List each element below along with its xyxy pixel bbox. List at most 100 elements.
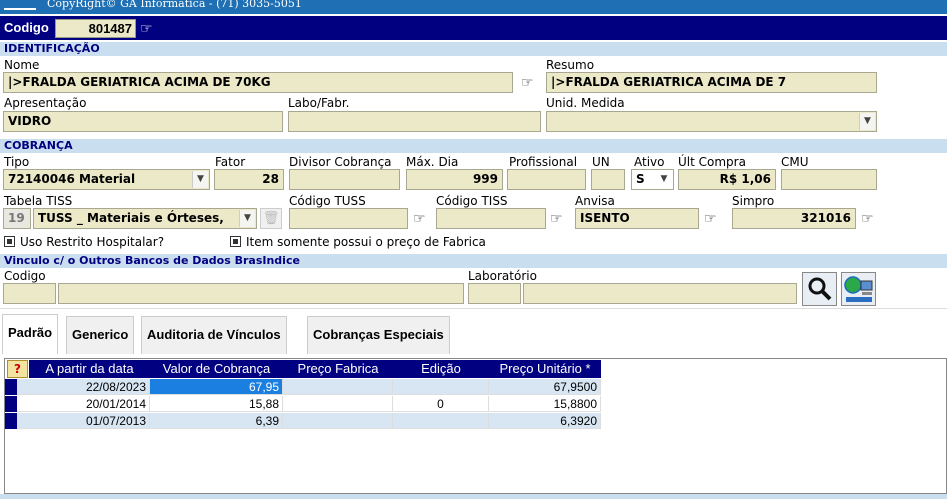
unid-medida-select[interactable]: ▼: [546, 111, 877, 132]
tab-auditoria-vinculos[interactable]: Auditoria de Vínculos: [141, 316, 287, 354]
labo-label: Labo/Fabr.: [288, 96, 350, 110]
col-header-preco-unitario[interactable]: Preço Unitário *: [489, 360, 601, 378]
tab-cobrancas-especiais[interactable]: Cobranças Especiais: [307, 316, 450, 354]
row-selector[interactable]: [5, 413, 17, 429]
pointing-hand-icon[interactable]: ☞: [550, 212, 566, 226]
profissional-label: Profissional: [509, 155, 578, 169]
col-header-edicao[interactable]: Edição: [393, 360, 489, 378]
un-field[interactable]: [591, 169, 625, 190]
apresentacao-field[interactable]: VIDRO: [3, 111, 283, 132]
pointing-hand-icon[interactable]: ☞: [413, 212, 429, 226]
tabela-tiss-value: TUSS _ Materiais e Órteses,: [38, 211, 224, 225]
tabela-tiss-label: Tabela TISS: [4, 194, 73, 208]
laboratorio-label: Laboratório: [468, 269, 537, 283]
row-selector[interactable]: [5, 396, 17, 412]
pointing-hand-icon[interactable]: ☞: [140, 22, 156, 36]
laboratorio-descricao-field[interactable]: [523, 283, 797, 304]
cmu-label: CMU: [781, 155, 809, 169]
tipo-label: Tipo: [4, 155, 30, 169]
table-cell[interactable]: 20/01/2014: [17, 396, 150, 412]
laboratorio-codigo-field[interactable]: [468, 283, 521, 304]
trash-icon[interactable]: 🗑: [260, 208, 282, 229]
table-cell[interactable]: 6,3920: [489, 413, 601, 429]
nome-field[interactable]: |>FRALDA GERIATRICA ACIMA DE 70KG: [3, 72, 513, 93]
dropdown-arrow-icon[interactable]: ▼: [859, 113, 875, 130]
nome-label: Nome: [4, 58, 40, 72]
simpro-field[interactable]: 321016: [732, 208, 856, 229]
uso-restrito-checkbox[interactable]: [4, 236, 15, 247]
unid-medida-label: Unid. Medida: [546, 96, 625, 110]
search-magnifier-icon[interactable]: [802, 272, 837, 306]
row-selector[interactable]: [5, 379, 17, 395]
codigo-field[interactable]: 801487: [55, 19, 136, 38]
divisor-label: Divisor Cobrança: [289, 155, 392, 169]
uso-restrito-label: Uso Restrito Hospitalar?: [20, 235, 165, 249]
cmu-field[interactable]: [781, 169, 877, 190]
codigo-tiss-field[interactable]: [436, 208, 546, 229]
ultcompra-label: Últ Compra: [678, 155, 746, 169]
maxdia-label: Máx. Dia: [406, 155, 459, 169]
table-cell-selected[interactable]: 67,95: [150, 379, 283, 395]
tipo-select[interactable]: 72140046 Material ▼: [3, 169, 210, 190]
maxdia-field[interactable]: 999: [406, 169, 503, 190]
table-cell[interactable]: [283, 379, 393, 395]
dropdown-arrow-icon[interactable]: ▼: [192, 171, 208, 188]
pointing-hand-icon[interactable]: ☞: [704, 212, 720, 226]
pointing-hand-icon[interactable]: ☞: [861, 212, 877, 226]
table-cell[interactable]: 22/08/2023: [17, 379, 150, 395]
resumo-label: Resumo: [546, 58, 595, 72]
ativo-value: S: [636, 172, 645, 186]
divisor-field[interactable]: [289, 169, 400, 190]
section-vinculo: Vinculo c/ o Outros Bancos de Dados Bras…: [0, 254, 947, 268]
app-logo-icon: [4, 0, 36, 10]
pointing-hand-icon[interactable]: ☞: [521, 76, 537, 90]
table-cell[interactable]: [393, 413, 489, 429]
tab-generico[interactable]: Generico: [66, 316, 135, 354]
table-cell[interactable]: 0: [393, 396, 489, 412]
ultcompra-field[interactable]: R$ 1,06: [678, 169, 776, 190]
labo-field[interactable]: [288, 111, 541, 132]
anvisa-field[interactable]: ISENTO: [575, 208, 699, 229]
table-cell[interactable]: 67,9500: [489, 379, 601, 395]
table-cell[interactable]: 15,8800: [489, 396, 601, 412]
section-cobranca: COBRANÇA: [0, 139, 947, 153]
tab-padrao[interactable]: Padrão: [2, 314, 59, 354]
col-header-valor[interactable]: Valor de Cobrança: [150, 360, 283, 378]
preco-fabrica-checkbox[interactable]: [230, 236, 241, 247]
col-header-data[interactable]: A partir da data: [29, 360, 150, 378]
section-identificacao: IDENTIFICAÇÃO: [0, 42, 947, 56]
dropdown-arrow-icon[interactable]: ▼: [656, 171, 672, 188]
table-cell[interactable]: [283, 413, 393, 429]
network-computer-icon[interactable]: [841, 272, 876, 306]
ativo-select[interactable]: S ▼: [631, 169, 674, 190]
vinculo-codigo-field[interactable]: [3, 283, 56, 304]
tabela-tiss-code: 19: [3, 208, 31, 229]
copyright-text: CopyRight© GA Informática - (71) 3035-50…: [47, 0, 302, 10]
col-header-preco-fabrica[interactable]: Preço Fabrica: [283, 360, 393, 378]
table-cell[interactable]: [283, 396, 393, 412]
vinculo-codigo-label: Codigo: [4, 269, 46, 283]
codigo-label: Codigo: [4, 20, 49, 35]
preco-fabrica-label: Item somente possui o preço de Fabrica: [246, 235, 486, 249]
table-cell[interactable]: [393, 379, 489, 395]
help-icon[interactable]: ?: [7, 360, 28, 378]
codigo-tuss-label: Código TUSS: [289, 194, 366, 208]
vinculo-descricao-field[interactable]: [58, 283, 464, 304]
un-label: UN: [592, 155, 610, 169]
fator-field[interactable]: 28: [214, 169, 284, 190]
table-cell[interactable]: 6,39: [150, 413, 283, 429]
bottom-strip: [0, 494, 947, 499]
tabela-tiss-select[interactable]: TUSS _ Materiais e Órteses, ▼: [33, 208, 257, 229]
title-bar: CopyRight© GA Informática - (71) 3035-50…: [0, 0, 947, 14]
resumo-field[interactable]: |>FRALDA GERIATRICA ACIMA DE 7: [546, 72, 877, 93]
apresentacao-label: Apresentação: [4, 96, 87, 110]
fator-label: Fator: [215, 155, 246, 169]
ativo-label: Ativo: [634, 155, 665, 169]
codigo-tuss-field[interactable]: [289, 208, 408, 229]
table-cell[interactable]: 01/07/2013: [17, 413, 150, 429]
table-cell[interactable]: 15,88: [150, 396, 283, 412]
codigo-tiss-label: Código TISS: [436, 194, 508, 208]
dropdown-arrow-icon[interactable]: ▼: [239, 210, 255, 227]
profissional-field[interactable]: [507, 169, 586, 190]
anvisa-label: Anvisa: [575, 194, 615, 208]
